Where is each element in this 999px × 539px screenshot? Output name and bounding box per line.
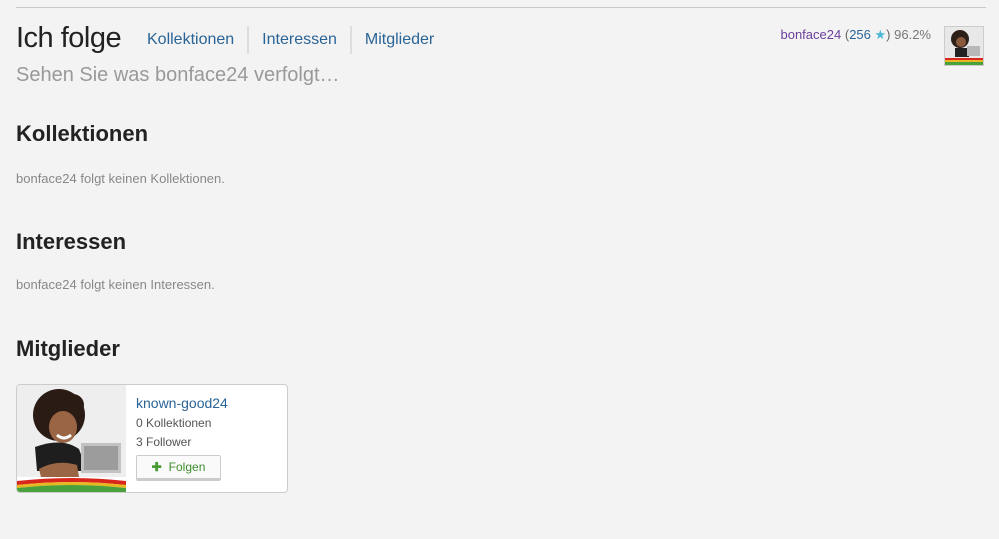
section-title-collections: Kollektionen <box>16 121 149 146</box>
member-follower-count: 3 Follower <box>136 435 192 449</box>
page-subtitle: Sehen Sie was bonface24 verfolgt… <box>16 64 340 86</box>
follow-button-label: Folgen <box>168 460 206 474</box>
member-photo[interactable] <box>17 385 126 493</box>
member-collections-count: 0 Kollektionen <box>136 416 212 430</box>
user-avatar[interactable] <box>944 26 984 66</box>
tab-bar: Kollektionen Interessen Mitglieder <box>134 26 447 54</box>
tab-collections[interactable]: Kollektionen <box>134 26 247 54</box>
follow-button[interactable]: ✚ Folgen <box>136 455 221 481</box>
tab-members[interactable]: Mitglieder <box>349 26 447 54</box>
member-card: known-good24 0 Kollektionen 3 Follower ✚… <box>16 384 288 493</box>
user-name-link[interactable]: bonface24 <box>780 27 841 42</box>
plus-icon: ✚ <box>151 460 162 474</box>
top-divider <box>16 7 986 8</box>
rating-percentage: 96.2% <box>894 27 931 42</box>
member-info: known-good24 0 Kollektionen 3 Follower <box>136 395 228 449</box>
user-summary: bonface24 (256 ★) 96.2% <box>780 27 931 42</box>
section-title-interests: Interessen <box>16 229 127 254</box>
interests-empty-text: bonface24 folgt keinen Interessen. <box>16 277 215 292</box>
collections-empty-text: bonface24 folgt keinen Kollektionen. <box>16 171 225 186</box>
page-title: Ich folge <box>16 22 122 54</box>
section-title-members: Mitglieder <box>16 336 120 361</box>
tab-interests[interactable]: Interessen <box>247 26 350 54</box>
member-name-link[interactable]: known-good24 <box>136 395 228 411</box>
avatar-image <box>945 27 983 65</box>
reputation-count: 256 <box>849 27 871 42</box>
star-icon: ★ <box>874 27 887 42</box>
